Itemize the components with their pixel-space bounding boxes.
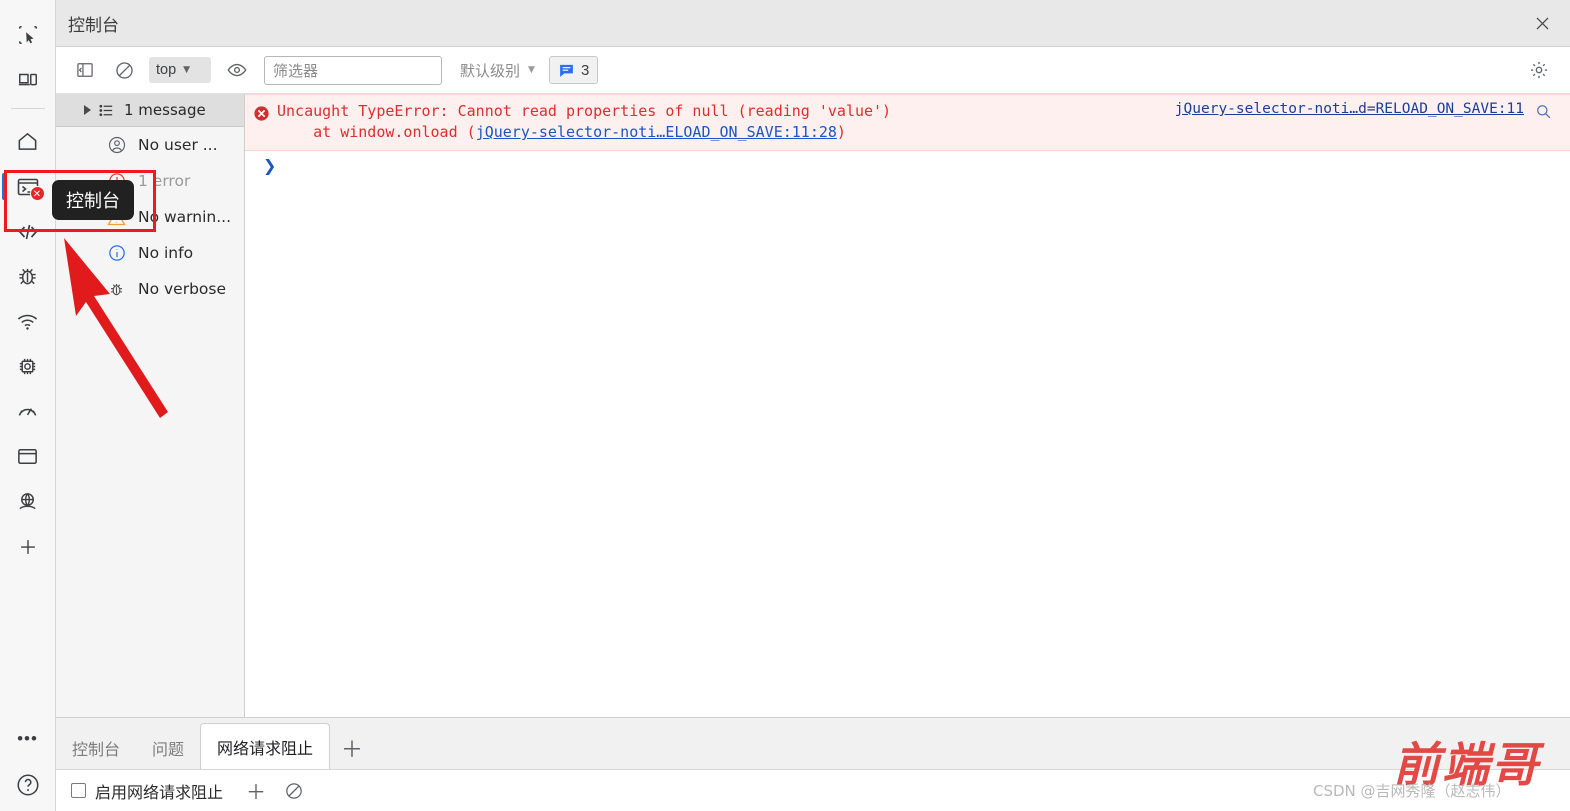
add-pattern-icon[interactable]: ＋ bbox=[237, 775, 275, 807]
info-icon bbox=[106, 243, 127, 264]
error-line-2-prefix: at window.onload ( bbox=[277, 123, 476, 141]
sidebar-item-label: No verbose bbox=[138, 280, 227, 298]
debugger-icon[interactable] bbox=[0, 254, 56, 299]
message-count-value: 3 bbox=[580, 61, 590, 79]
gear-icon[interactable] bbox=[1524, 55, 1554, 85]
tab-label: 问题 bbox=[152, 739, 185, 759]
clear-patterns-icon[interactable] bbox=[275, 775, 313, 807]
left-icon-rail: ✕ ••• bbox=[0, 0, 56, 811]
error-line-2-suffix: ) bbox=[836, 123, 846, 141]
close-icon[interactable] bbox=[1514, 0, 1570, 46]
console-error-message[interactable]: Uncaught TypeError: Cannot read properti… bbox=[245, 94, 1570, 151]
rail-divider bbox=[10, 108, 45, 109]
clear-console-icon[interactable] bbox=[107, 55, 141, 85]
globe-icon[interactable] bbox=[0, 479, 56, 524]
add-tab-label: ＋ bbox=[341, 737, 364, 763]
tab-network-request-blocking[interactable]: 网络请求阻止 bbox=[200, 723, 331, 769]
network-icon[interactable] bbox=[0, 299, 56, 344]
console-prompt-row[interactable]: ❯ bbox=[245, 151, 1570, 179]
devtools-window: ✕ ••• 控制台 top ▼ 筛选器 默认级别 ▼ 3 1 message N… bbox=[0, 0, 1570, 811]
enable-blocking-checkbox[interactable] bbox=[71, 783, 86, 798]
tooltip-label: 控制台 bbox=[66, 191, 120, 212]
filter-placeholder: 筛选器 bbox=[273, 61, 319, 80]
sidebar-header-row[interactable]: 1 message bbox=[56, 94, 244, 127]
active-indicator bbox=[1, 173, 6, 200]
console-error-badge: ✕ bbox=[29, 186, 45, 201]
title-bar: 控制台 bbox=[56, 0, 1570, 47]
network-request-blocking-panel: 启用网络请求阻止 ＋ bbox=[56, 769, 1570, 811]
page-title: 控制台 bbox=[68, 15, 119, 36]
drawer-tab-bar: 控制台 问题 网络请求阻止 ＋ bbox=[56, 717, 1570, 769]
tab-label: 控制台 bbox=[72, 739, 121, 759]
user-icon bbox=[106, 135, 127, 156]
log-level-value: 默认级别 bbox=[460, 61, 521, 80]
inspect-element-icon[interactable] bbox=[0, 12, 56, 57]
error-source-link[interactable]: jQuery-selector-noti…d=RELOAD_ON_SAVE:11 bbox=[1175, 101, 1524, 117]
sidebar-header-label: 1 message bbox=[124, 101, 206, 119]
tab-issues[interactable]: 问题 bbox=[136, 726, 200, 769]
more-options-label: ••• bbox=[17, 729, 38, 748]
chevron-down-icon: ▼ bbox=[528, 65, 535, 75]
console-icon[interactable]: ✕ bbox=[0, 164, 56, 209]
sidebar-item-user-messages[interactable]: No user ... bbox=[56, 127, 244, 163]
add-panel-icon[interactable] bbox=[0, 524, 56, 569]
console-output: Uncaught TypeError: Cannot read properti… bbox=[245, 94, 1570, 717]
help-icon[interactable] bbox=[0, 759, 56, 811]
memory-icon[interactable] bbox=[0, 389, 56, 434]
error-stack-link[interactable]: jQuery-selector-noti…ELOAD_ON_SAVE:11:28 bbox=[476, 123, 837, 141]
add-tab-icon[interactable]: ＋ bbox=[330, 726, 374, 769]
execution-context-selector[interactable]: top ▼ bbox=[149, 57, 211, 83]
message-bubble-icon bbox=[558, 62, 575, 79]
error-icon bbox=[253, 105, 270, 122]
execution-context-value: top bbox=[156, 62, 177, 78]
tab-console[interactable]: 控制台 bbox=[56, 726, 136, 769]
more-options-icon[interactable]: ••• bbox=[0, 719, 56, 759]
prompt-chevron-icon: ❯ bbox=[263, 155, 277, 175]
expand-triangle-icon[interactable] bbox=[84, 105, 91, 115]
search-icon[interactable] bbox=[1534, 102, 1554, 122]
error-line-1: Uncaught TypeError: Cannot read properti… bbox=[277, 102, 892, 120]
add-pattern-label: ＋ bbox=[246, 780, 267, 804]
chevron-down-icon: ▼ bbox=[183, 65, 191, 75]
sidebar-item-label: No user ... bbox=[138, 136, 218, 154]
toggle-sidebar-icon[interactable] bbox=[68, 55, 102, 85]
home-icon[interactable] bbox=[0, 119, 56, 164]
console-tooltip: 控制台 bbox=[52, 180, 134, 220]
sidebar-item-label: No info bbox=[138, 244, 194, 262]
message-count-button[interactable]: 3 bbox=[548, 56, 599, 84]
filter-input[interactable]: 筛选器 bbox=[264, 55, 442, 85]
list-icon bbox=[98, 102, 115, 119]
tab-label: 网络请求阻止 bbox=[217, 738, 314, 758]
performance-icon[interactable] bbox=[0, 344, 56, 389]
log-level-selector[interactable]: 默认级别 ▼ bbox=[460, 60, 535, 81]
device-toolbar-icon[interactable] bbox=[0, 57, 56, 102]
live-expression-icon[interactable] bbox=[220, 55, 254, 85]
sidebar-item-verbose[interactable]: No verbose bbox=[56, 271, 244, 307]
sidebar-item-label: 1 error bbox=[138, 172, 191, 190]
console-toolbar: top ▼ 筛选器 默认级别 ▼ 3 bbox=[56, 47, 1570, 94]
sidebar-item-info[interactable]: No info bbox=[56, 235, 244, 271]
verbose-icon bbox=[106, 279, 127, 300]
sidebar-item-label: No warnin... bbox=[138, 208, 232, 226]
application-icon[interactable] bbox=[0, 434, 56, 479]
enable-blocking-label: 启用网络请求阻止 bbox=[95, 782, 224, 802]
sources-icon[interactable] bbox=[0, 209, 56, 254]
